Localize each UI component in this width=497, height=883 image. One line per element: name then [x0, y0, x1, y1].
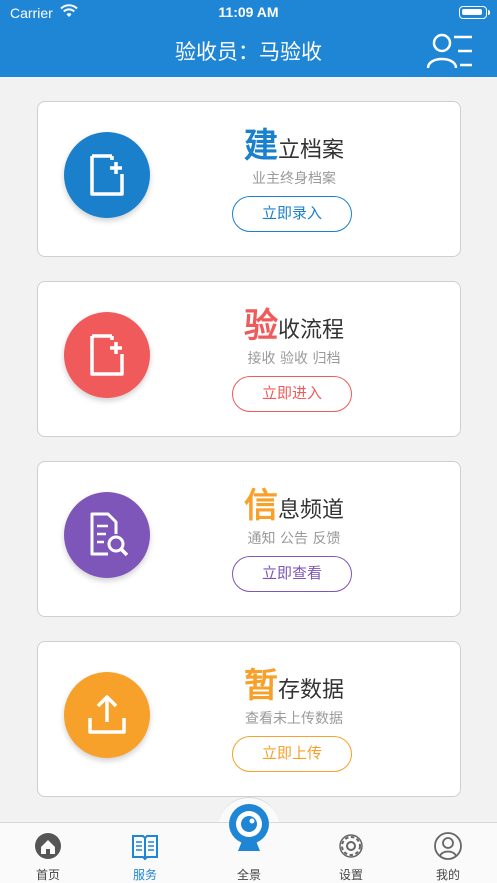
upload-icon[interactable] [64, 672, 150, 758]
card-create-archive: 建立档案 业主终身档案 立即录入 [37, 101, 461, 257]
enter-now-button[interactable]: 立即进入 [232, 376, 352, 412]
card-temp-data: 暂存数据 查看未上传数据 立即上传 [37, 641, 461, 797]
card-subtitle: 接收 验收 归档 [247, 351, 341, 367]
tab-label: 设置 [338, 868, 363, 882]
card-title: 验收流程 [243, 306, 344, 346]
card-subtitle: 通知 公告 反馈 [247, 531, 341, 547]
tab-mine[interactable]: 我的 [408, 823, 488, 883]
card-subtitle: 业主终身档案 [252, 171, 336, 187]
card-title: 暂存数据 [243, 666, 344, 706]
card-title: 建立档案 [243, 126, 344, 166]
camera-icon [229, 804, 269, 851]
tab-service[interactable]: 服务 [105, 823, 185, 883]
tab-label: 我的 [435, 868, 460, 882]
tab-label: 首页 [35, 868, 60, 882]
profile-list-icon[interactable] [426, 32, 474, 70]
card-subtitle: 查看未上传数据 [245, 711, 343, 727]
tab-settings[interactable]: 设置 [311, 823, 391, 883]
enter-now-button[interactable]: 立即录入 [232, 196, 352, 232]
tab-home[interactable]: 首页 [8, 823, 88, 883]
page-title: 验收员：马验收 [175, 40, 322, 64]
status-bar: Carrier 11:09 AM [0, 0, 497, 26]
home-icon [35, 833, 61, 859]
file-add-icon[interactable] [64, 312, 150, 398]
top-bar: Carrier 11:09 AM 验收员：马验收 [0, 0, 497, 77]
book-icon [132, 835, 158, 861]
gear-icon [339, 834, 363, 858]
card-info-channel: 信息频道 通知 公告 反馈 立即查看 [37, 461, 461, 617]
tab-panorama[interactable]: 全景 [209, 804, 289, 883]
card-title: 信息频道 [243, 486, 344, 526]
file-add-icon[interactable] [64, 132, 150, 218]
clock: 11:09 AM [218, 4, 279, 20]
user-icon [434, 832, 462, 860]
document-search-icon[interactable] [64, 492, 150, 578]
upload-now-button[interactable]: 立即上传 [232, 736, 352, 772]
battery-icon [459, 6, 490, 19]
card-acceptance-process: 验收流程 接收 验收 归档 立即进入 [37, 281, 461, 437]
tab-bar: 首页 服务 全景 设置 我的 [0, 804, 497, 883]
tab-label: 全景 [236, 868, 261, 882]
view-now-button[interactable]: 立即查看 [232, 556, 352, 592]
tab-label: 服务 [132, 868, 157, 882]
